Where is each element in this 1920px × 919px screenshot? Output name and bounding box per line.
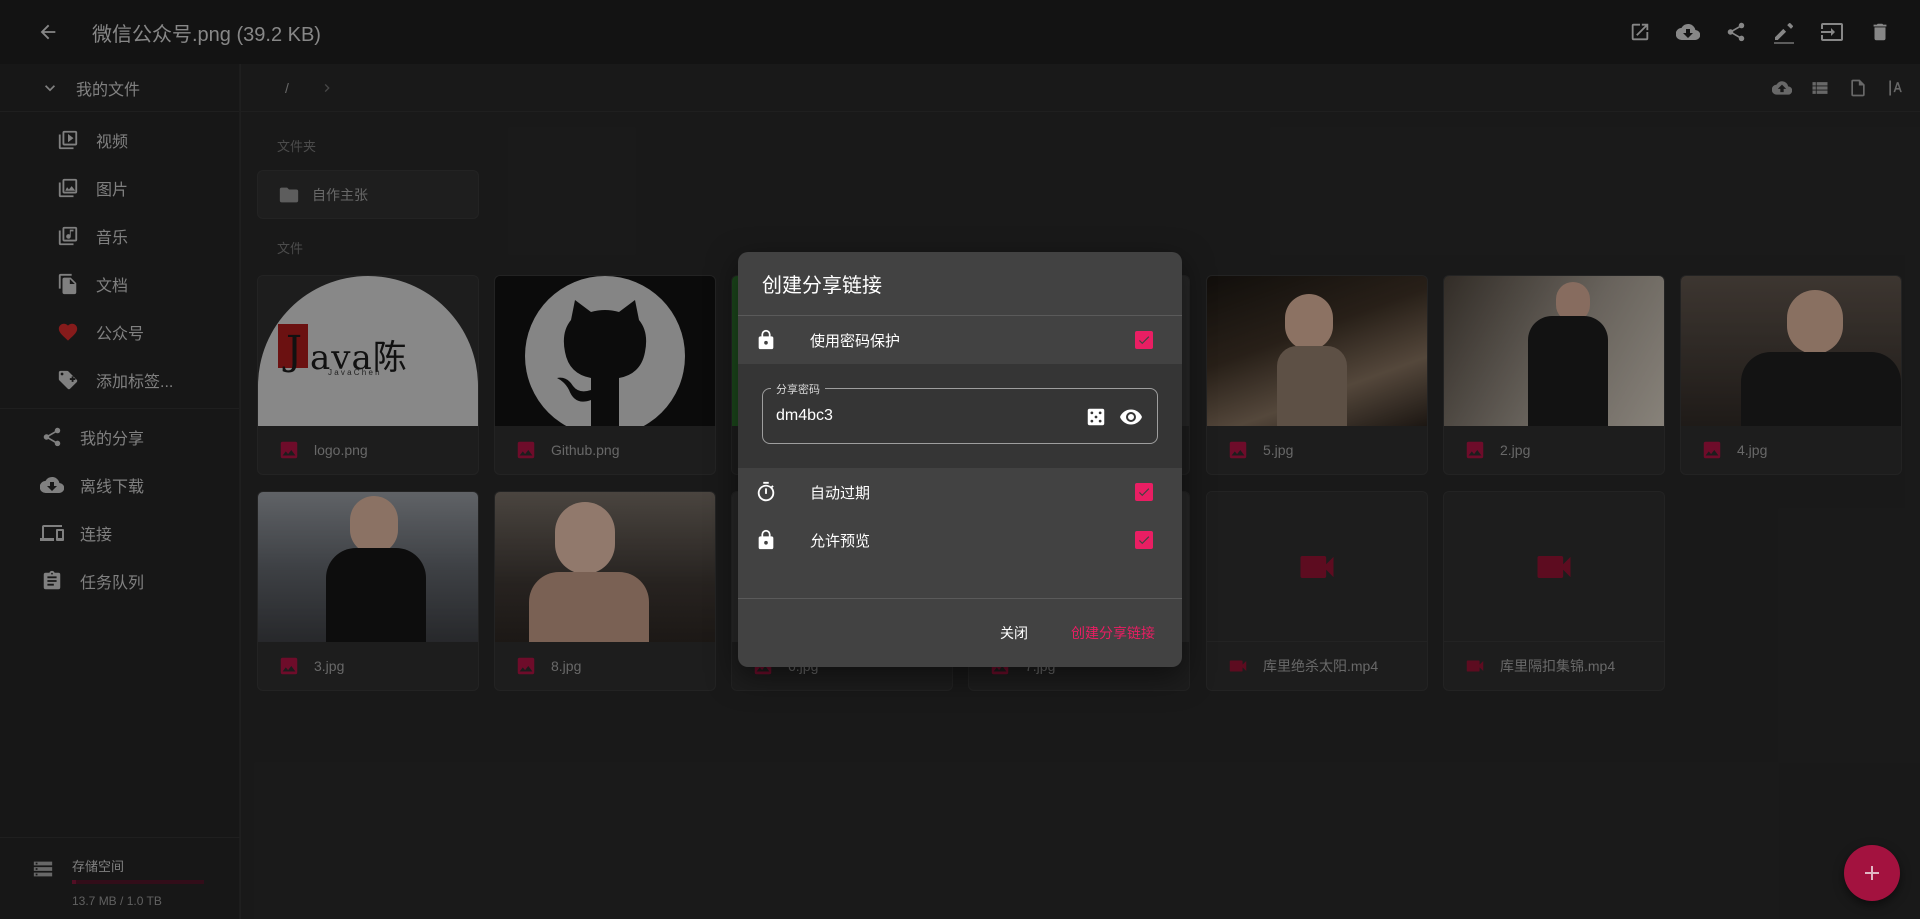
dialog-actions: 关闭 创建分享链接: [738, 598, 1182, 667]
create-share-link-button[interactable]: 创建分享链接: [1071, 623, 1155, 643]
lock-icon: [758, 329, 774, 350]
option-label: 自动过期: [810, 484, 871, 502]
password-value[interactable]: dm4bc3: [776, 407, 833, 425]
share-dialog: 创建分享链接 使用密码保护 分享密码 dm4bc3 自动过期 允许预览 关闭 创…: [738, 252, 1182, 667]
password-section: 分享密码 dm4bc3: [738, 364, 1182, 468]
check-icon: [1138, 488, 1150, 497]
option-label: 允许预览: [810, 532, 871, 550]
preview-checkbox[interactable]: [1135, 531, 1153, 549]
password-checkbox[interactable]: [1135, 331, 1153, 349]
timer-icon: [757, 481, 775, 502]
close-button[interactable]: 关闭: [1000, 623, 1028, 643]
lock-icon: [758, 529, 774, 550]
option-label: 使用密码保护: [810, 332, 901, 350]
dialog-title: 创建分享链接: [738, 252, 1182, 316]
allow-preview-option[interactable]: 允许预览: [738, 516, 1182, 564]
password-protect-option[interactable]: 使用密码保护: [738, 316, 1182, 364]
check-icon: [1138, 336, 1150, 345]
add-button[interactable]: [1844, 845, 1900, 901]
eye-icon[interactable]: [1119, 405, 1143, 429]
password-field-label: 分享密码: [771, 381, 825, 397]
check-icon: [1138, 536, 1150, 545]
auto-expire-option[interactable]: 自动过期: [738, 468, 1182, 516]
dice-icon[interactable]: [1085, 406, 1107, 428]
expire-checkbox[interactable]: [1135, 483, 1153, 501]
share-password-input[interactable]: 分享密码 dm4bc3: [762, 381, 1158, 444]
plus-icon: [1865, 866, 1879, 880]
